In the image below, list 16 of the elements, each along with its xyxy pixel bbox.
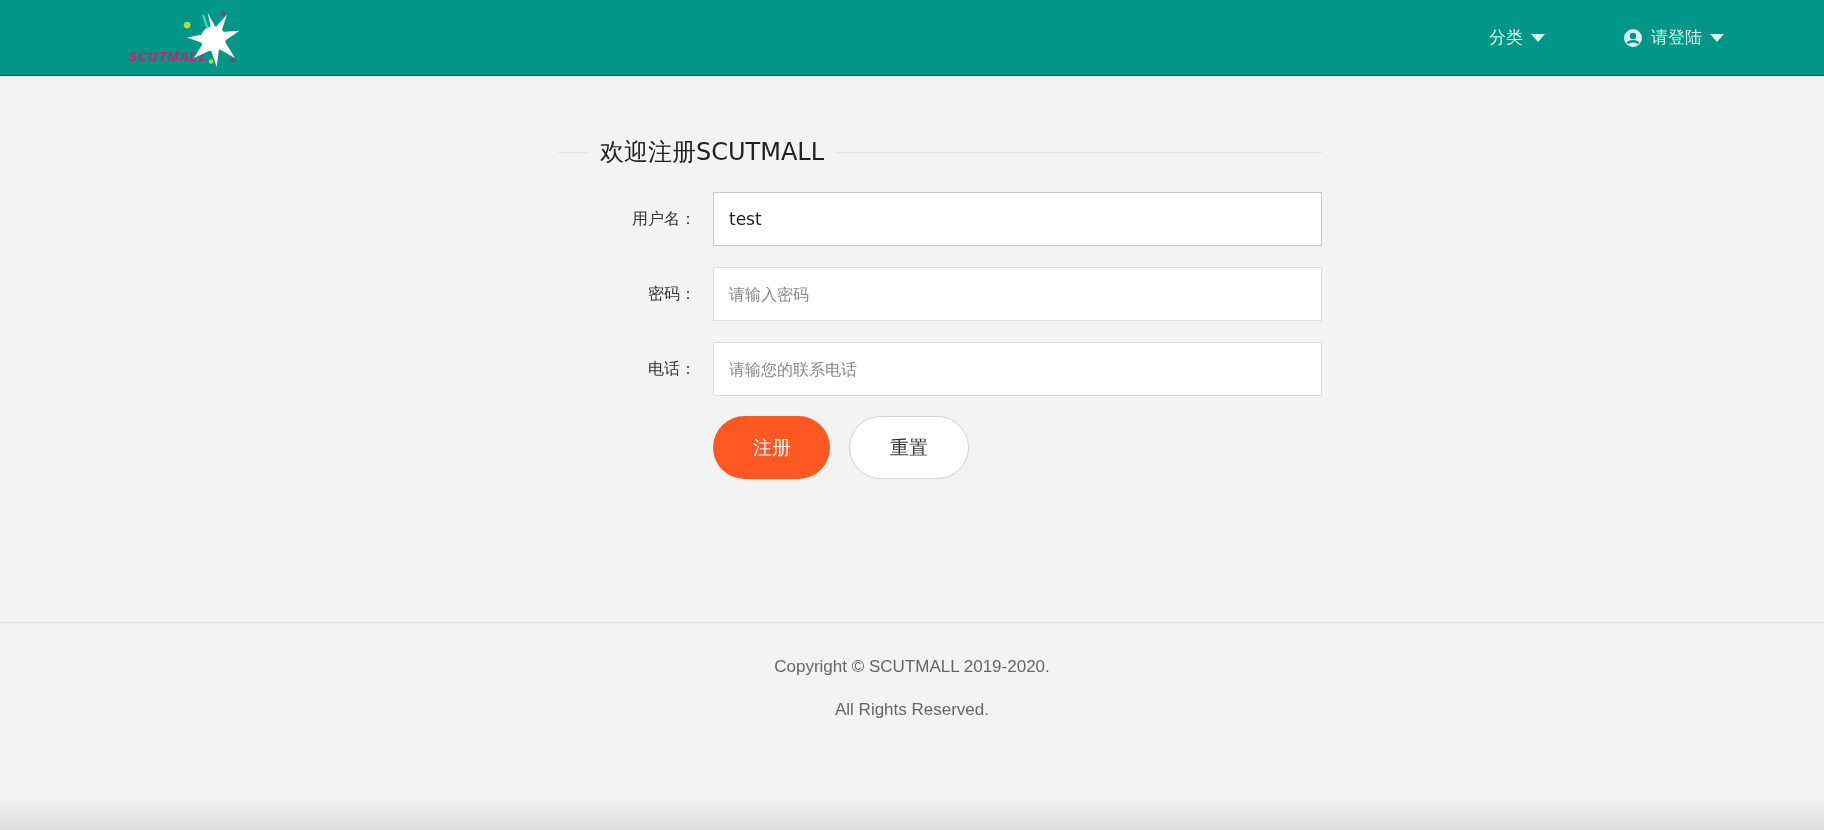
nav-menu[interactable]: 请登陆 [1623,26,1724,49]
input-field[interactable]: 请输入密码 [713,267,1322,321]
register-button[interactable]: 注册 [713,416,830,479]
field-label: 电话： [647,358,697,380]
field-label: 用户名： [631,208,697,230]
footer-text: Copyright © SCUTMALL 2019-2020. [774,656,1050,678]
input-field[interactable]: test [713,192,1322,246]
form-title: 欢迎注册SCUTMALL [600,137,825,168]
user-icon [1623,27,1643,48]
caret-icon [1710,33,1724,42]
field-label: 密码： [647,283,697,305]
nav-menu[interactable]: 分类 [1489,26,1545,49]
caret-icon [1531,33,1545,42]
footer-text: All Rights Reserved. [835,699,989,721]
reset-button[interactable]: 重置 [849,416,969,479]
input-field[interactable]: 请输您的联系电话 [713,342,1322,396]
